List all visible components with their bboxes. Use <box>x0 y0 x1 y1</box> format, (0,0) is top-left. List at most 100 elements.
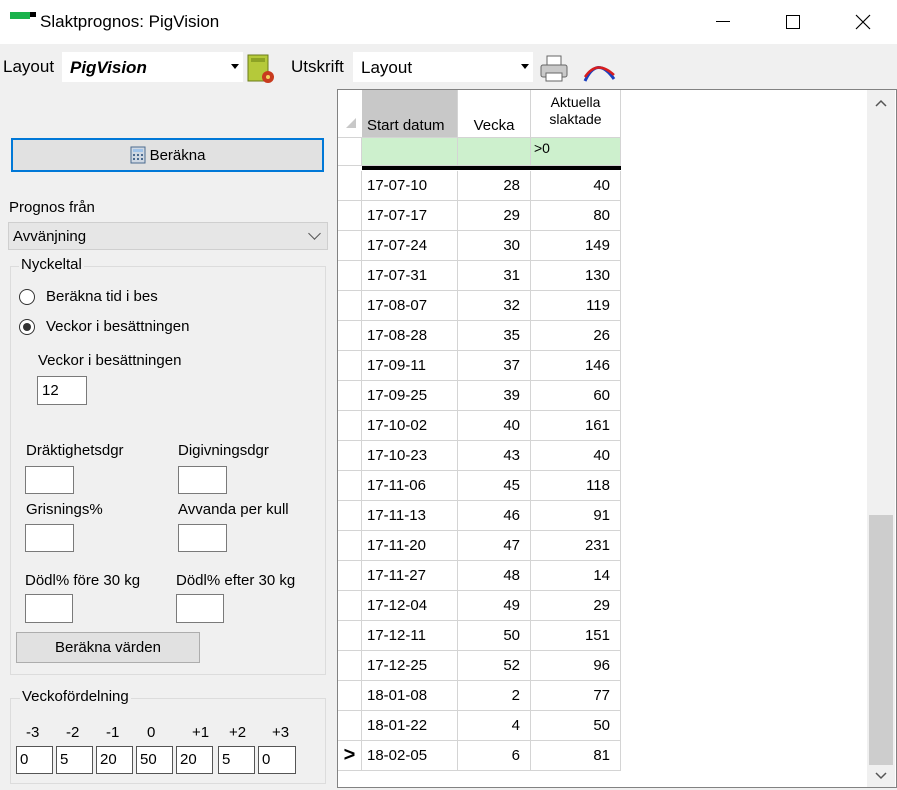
week-dist-input[interactable]: 5 <box>218 746 255 774</box>
row-header[interactable] <box>338 201 362 231</box>
week-dist-input[interactable]: 20 <box>176 746 213 774</box>
row-header[interactable] <box>338 351 362 381</box>
week-dist-input[interactable]: 20 <box>96 746 133 774</box>
digiv-input[interactable] <box>178 466 227 494</box>
dod-efter-input[interactable] <box>176 594 224 623</box>
cell-week[interactable]: 50 <box>458 621 531 651</box>
cell-current-slaughtered[interactable]: 151 <box>531 621 621 651</box>
radio-weeks-in-herd[interactable] <box>19 319 35 335</box>
cell-start-date[interactable]: 17-09-25 <box>362 381 458 411</box>
cell-current-slaughtered[interactable]: 130 <box>531 261 621 291</box>
filter-row-header[interactable] <box>338 138 362 166</box>
column-header-current-slaughtered[interactable]: Aktuella slaktade <box>531 90 621 138</box>
row-header[interactable] <box>338 441 362 471</box>
cell-start-date[interactable]: 17-09-11 <box>362 351 458 381</box>
row-header[interactable] <box>338 531 362 561</box>
cell-current-slaughtered[interactable]: 81 <box>531 741 621 771</box>
cell-current-slaughtered[interactable]: 77 <box>531 681 621 711</box>
maximize-button[interactable] <box>763 0 823 44</box>
avvanda-input[interactable] <box>178 524 227 552</box>
cell-current-slaughtered[interactable]: 80 <box>531 201 621 231</box>
row-header[interactable] <box>338 471 362 501</box>
cell-week[interactable]: 37 <box>458 351 531 381</box>
cell-week[interactable]: 28 <box>458 171 531 201</box>
cell-week[interactable]: 52 <box>458 651 531 681</box>
cell-current-slaughtered[interactable]: 118 <box>531 471 621 501</box>
print-button[interactable] <box>538 53 570 85</box>
cell-start-date[interactable]: 17-10-02 <box>362 411 458 441</box>
cell-current-slaughtered[interactable]: 40 <box>531 441 621 471</box>
cell-week[interactable]: 48 <box>458 561 531 591</box>
cell-week[interactable]: 43 <box>458 441 531 471</box>
cell-start-date[interactable]: 17-11-20 <box>362 531 458 561</box>
cell-start-date[interactable]: 18-01-22 <box>362 711 458 741</box>
row-header[interactable] <box>338 291 362 321</box>
cell-current-slaughtered[interactable]: 146 <box>531 351 621 381</box>
print-layout-combobox[interactable]: Layout <box>353 52 533 82</box>
row-header[interactable] <box>338 591 362 621</box>
week-dist-input[interactable]: 0 <box>16 746 53 774</box>
filter-cell-current-slaughtered[interactable]: >0 <box>531 138 621 166</box>
cell-start-date[interactable]: 17-08-07 <box>362 291 458 321</box>
calculate-values-button[interactable]: Beräkna värden <box>16 632 200 663</box>
layout-settings-button[interactable] <box>246 53 276 85</box>
column-header-start-date[interactable]: Start datum <box>362 90 458 138</box>
cell-current-slaughtered[interactable]: 91 <box>531 501 621 531</box>
row-header[interactable] <box>338 681 362 711</box>
scroll-up-button[interactable] <box>872 96 890 110</box>
filter-cell-start-date[interactable] <box>362 138 458 166</box>
cell-week[interactable]: 35 <box>458 321 531 351</box>
cell-week[interactable]: 29 <box>458 201 531 231</box>
data-grid[interactable]: Start datum Vecka Aktuella slaktade >0 17-07-… <box>337 89 897 788</box>
cell-week[interactable]: 45 <box>458 471 531 501</box>
weeks-in-herd-input[interactable]: 12 <box>37 376 87 405</box>
cell-week[interactable]: 2 <box>458 681 531 711</box>
cell-start-date[interactable]: 17-07-17 <box>362 201 458 231</box>
row-header[interactable] <box>338 381 362 411</box>
column-header-week[interactable]: Vecka <box>458 90 531 138</box>
cell-current-slaughtered[interactable]: 26 <box>531 321 621 351</box>
week-dist-input[interactable]: 50 <box>136 746 173 774</box>
cell-start-date[interactable]: 17-11-27 <box>362 561 458 591</box>
cell-current-slaughtered[interactable]: 119 <box>531 291 621 321</box>
calculate-button[interactable]: Beräkna <box>11 138 324 172</box>
cell-current-slaughtered[interactable]: 29 <box>531 591 621 621</box>
cell-start-date[interactable]: 18-01-08 <box>362 681 458 711</box>
cell-week[interactable]: 39 <box>458 381 531 411</box>
row-header[interactable] <box>338 261 362 291</box>
cell-week[interactable]: 6 <box>458 741 531 771</box>
cell-week[interactable]: 31 <box>458 261 531 291</box>
close-button[interactable] <box>833 0 893 44</box>
row-header[interactable]: > <box>338 741 362 771</box>
cell-current-slaughtered[interactable]: 50 <box>531 711 621 741</box>
cell-week[interactable]: 30 <box>458 231 531 261</box>
cell-week[interactable]: 46 <box>458 501 531 531</box>
grisning-input[interactable] <box>25 524 74 552</box>
cell-week[interactable]: 49 <box>458 591 531 621</box>
layout-combobox[interactable]: PigVision <box>62 52 243 82</box>
row-header[interactable] <box>338 651 362 681</box>
drakt-input[interactable] <box>25 466 74 494</box>
chart-button[interactable] <box>582 53 616 85</box>
scroll-down-button[interactable] <box>872 769 890 783</box>
cell-start-date[interactable]: 17-11-13 <box>362 501 458 531</box>
cell-start-date[interactable]: 17-07-24 <box>362 231 458 261</box>
cell-week[interactable]: 40 <box>458 411 531 441</box>
cell-start-date[interactable]: 17-10-23 <box>362 441 458 471</box>
row-header[interactable] <box>338 411 362 441</box>
grid-corner[interactable] <box>338 90 362 138</box>
row-header[interactable] <box>338 231 362 261</box>
cell-current-slaughtered[interactable]: 161 <box>531 411 621 441</box>
filter-cell-week[interactable] <box>458 138 531 166</box>
cell-start-date[interactable]: 17-12-11 <box>362 621 458 651</box>
prognos-from-select[interactable]: Avvänjning <box>8 222 328 250</box>
cell-week[interactable]: 47 <box>458 531 531 561</box>
week-dist-input[interactable]: 5 <box>56 746 93 774</box>
cell-start-date[interactable]: 18-02-05 <box>362 741 458 771</box>
cell-current-slaughtered[interactable]: 149 <box>531 231 621 261</box>
row-header[interactable] <box>338 171 362 201</box>
cell-start-date[interactable]: 17-11-06 <box>362 471 458 501</box>
cell-current-slaughtered[interactable]: 60 <box>531 381 621 411</box>
cell-start-date[interactable]: 17-08-28 <box>362 321 458 351</box>
cell-start-date[interactable]: 17-12-25 <box>362 651 458 681</box>
